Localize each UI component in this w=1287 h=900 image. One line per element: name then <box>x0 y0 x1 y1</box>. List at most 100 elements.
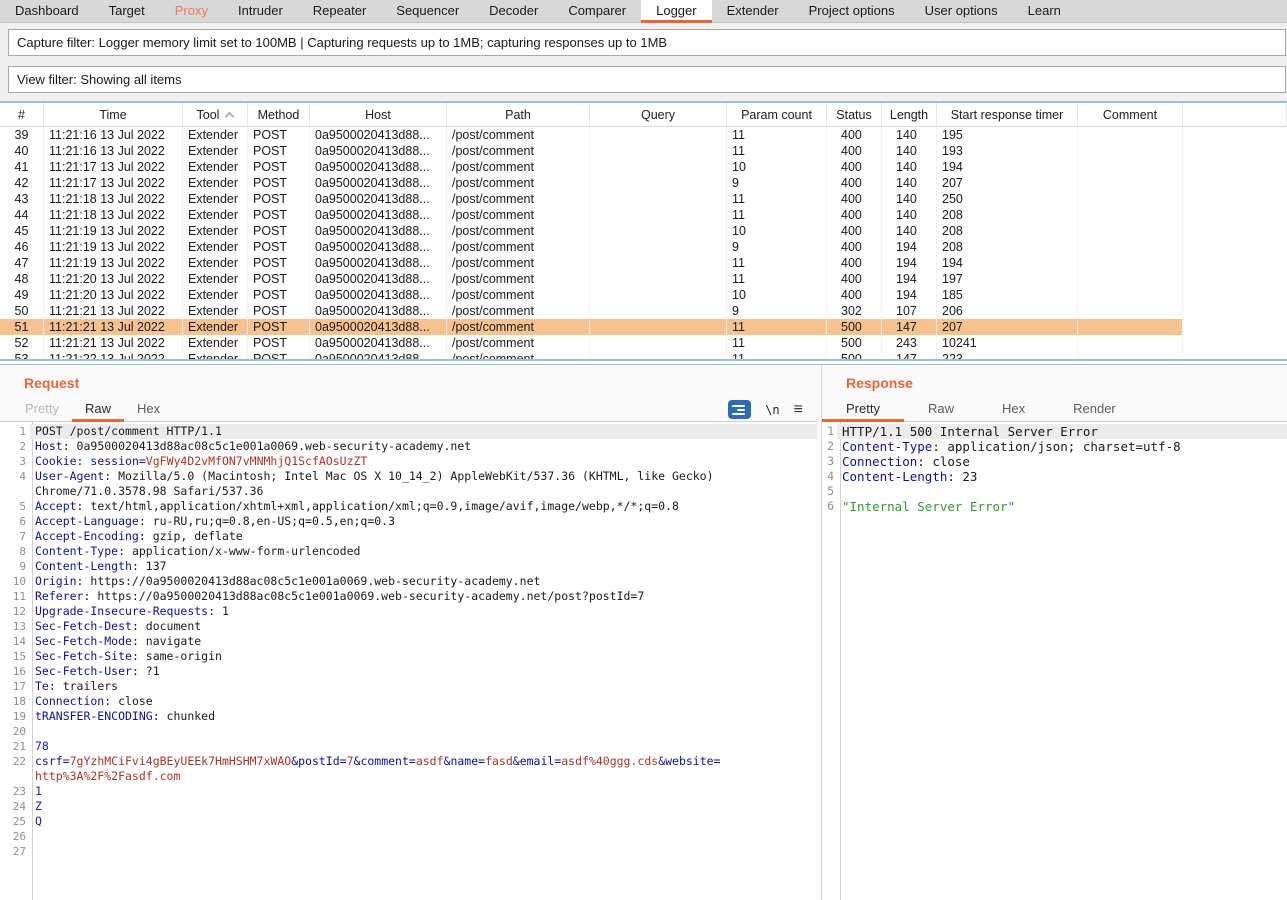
column-header-status[interactable]: Status <box>827 103 882 126</box>
editor-line: 17Te: trailers <box>0 679 817 694</box>
menu-tab-learn[interactable]: Learn <box>1013 0 1076 23</box>
cell <box>1078 207 1183 223</box>
menu-tab-proxy[interactable]: Proxy <box>160 0 223 23</box>
column-header-path[interactable]: Path <box>447 103 590 126</box>
cell: Extender <box>183 287 248 303</box>
menu-tab-logger[interactable]: Logger <box>641 0 711 23</box>
menu-tab-target[interactable]: Target <box>94 0 160 23</box>
line-content: Te: trailers <box>30 679 817 694</box>
cell: 0a9500020413d88... <box>310 351 447 361</box>
response-tab-render[interactable]: Render <box>1049 398 1140 422</box>
cell: Extender <box>183 127 248 143</box>
cell: 400 <box>827 127 882 143</box>
line-content: csrf=7gYzhMCiFvi4gBEyUEEk7HmHSHM7xWAO&po… <box>30 754 817 784</box>
log-row-46[interactable]: 4611:21:19 13 Jul 2022ExtenderPOST0a9500… <box>0 239 1287 255</box>
view-filter-bar[interactable]: View filter: Showing all items <box>8 66 1286 93</box>
cell: 11 <box>727 271 827 287</box>
cell: 11 <box>727 335 827 351</box>
log-row-44[interactable]: 4411:21:18 13 Jul 2022ExtenderPOST0a9500… <box>0 207 1287 223</box>
log-row-51[interactable]: 5111:21:21 13 Jul 2022ExtenderPOST0a9500… <box>0 319 1287 335</box>
cell: 107 <box>882 303 937 319</box>
cell: 11:21:18 13 Jul 2022 <box>44 191 183 207</box>
log-row-49[interactable]: 4911:21:20 13 Jul 2022ExtenderPOST0a9500… <box>0 287 1287 303</box>
editor-line: 15Sec-Fetch-Site: same-origin <box>0 649 817 664</box>
request-panel: Request PrettyRawHex \n ≡ 1POST /post/co… <box>0 365 817 900</box>
column-header-method[interactable]: Method <box>248 103 310 126</box>
column-header-start-response-timer[interactable]: Start response timer <box>937 103 1078 126</box>
line-content: Accept-Encoding: gzip, deflate <box>30 529 817 544</box>
log-row-50[interactable]: 5011:21:21 13 Jul 2022ExtenderPOST0a9500… <box>0 303 1287 319</box>
response-editor[interactable]: 1HTTP/1.1 500 Internal Server Error2Cont… <box>822 422 1287 900</box>
response-tab-pretty[interactable]: Pretty <box>822 398 904 422</box>
line-content: Content-Length: 137 <box>30 559 817 574</box>
cell: 11 <box>727 143 827 159</box>
column-header-number[interactable]: # <box>0 103 44 126</box>
line-number: 13 <box>0 619 30 634</box>
cell: 11:21:19 13 Jul 2022 <box>44 255 183 271</box>
cell: Extender <box>183 143 248 159</box>
cell: 11 <box>727 351 827 361</box>
cell: 50 <box>0 303 44 319</box>
menu-tab-intruder[interactable]: Intruder <box>223 0 298 23</box>
cell: 147 <box>882 319 937 335</box>
menu-tab-dashboard[interactable]: Dashboard <box>0 0 94 23</box>
cell: 185 <box>937 287 1078 303</box>
cell: 45 <box>0 223 44 239</box>
cell: 9 <box>727 239 827 255</box>
line-content <box>30 829 817 844</box>
menu-tab-decoder[interactable]: Decoder <box>474 0 553 23</box>
editor-menu-button[interactable]: ≡ <box>794 403 803 417</box>
column-header-time[interactable]: Time <box>44 103 183 126</box>
editor-line: 4User-Agent: Mozilla/5.0 (Macintosh; Int… <box>0 469 817 499</box>
line-number: 18 <box>0 694 30 709</box>
log-row-43[interactable]: 4311:21:18 13 Jul 2022ExtenderPOST0a9500… <box>0 191 1287 207</box>
log-row-47[interactable]: 4711:21:19 13 Jul 2022ExtenderPOST0a9500… <box>0 255 1287 271</box>
menu-tab-extender[interactable]: Extender <box>712 0 794 23</box>
column-header-length[interactable]: Length <box>882 103 937 126</box>
filler-cell <box>1183 351 1287 361</box>
cell: 11 <box>727 207 827 223</box>
log-row-52[interactable]: 5211:21:21 13 Jul 2022ExtenderPOST0a9500… <box>0 335 1287 351</box>
column-header-tool[interactable]: Tool <box>183 103 248 126</box>
log-row-40[interactable]: 4011:21:16 13 Jul 2022ExtenderPOST0a9500… <box>0 143 1287 159</box>
log-row-42[interactable]: 4211:21:17 13 Jul 2022ExtenderPOST0a9500… <box>0 175 1287 191</box>
column-header-query[interactable]: Query <box>590 103 727 126</box>
response-tab-hex[interactable]: Hex <box>978 398 1049 422</box>
cell: /post/comment <box>447 143 590 159</box>
log-row-53[interactable]: 5311:21:22 13 Jul 2022ExtenderPOST0a9500… <box>0 351 1287 361</box>
column-header-host[interactable]: Host <box>310 103 447 126</box>
log-row-45[interactable]: 4511:21:19 13 Jul 2022ExtenderPOST0a9500… <box>0 223 1287 239</box>
line-content: tRANSFER-ENCODING: chunked <box>30 709 817 724</box>
cell: 11:21:21 13 Jul 2022 <box>44 335 183 351</box>
cell <box>590 175 727 191</box>
request-tab-hex[interactable]: Hex <box>124 398 173 422</box>
log-row-41[interactable]: 4111:21:17 13 Jul 2022ExtenderPOST0a9500… <box>0 159 1287 175</box>
show-newlines-toggle[interactable]: \n <box>765 403 779 417</box>
capture-filter-bar[interactable]: Capture filter: Logger memory limit set … <box>8 29 1286 56</box>
cell: 0a9500020413d88... <box>310 159 447 175</box>
log-row-48[interactable]: 4811:21:20 13 Jul 2022ExtenderPOST0a9500… <box>0 271 1287 287</box>
cell <box>590 287 727 303</box>
request-editor[interactable]: 1POST /post/comment HTTP/1.12Host: 0a950… <box>0 422 817 900</box>
request-tab-raw[interactable]: Raw <box>72 398 124 422</box>
menu-tab-user-options[interactable]: User options <box>910 0 1013 23</box>
filler-cell <box>1183 143 1287 159</box>
menu-tab-sequencer[interactable]: Sequencer <box>381 0 474 23</box>
cell: POST <box>248 255 310 271</box>
log-row-39[interactable]: 3911:21:16 13 Jul 2022ExtenderPOST0a9500… <box>0 127 1287 143</box>
column-header-comment[interactable]: Comment <box>1078 103 1183 126</box>
response-tab-raw[interactable]: Raw <box>904 398 978 422</box>
menu-tab-project-options[interactable]: Project options <box>794 0 910 23</box>
cell: 195 <box>937 127 1078 143</box>
line-number: 14 <box>0 634 30 649</box>
request-tab-pretty[interactable]: Pretty <box>12 398 72 422</box>
column-header-param-count[interactable]: Param count <box>727 103 827 126</box>
menu-tab-repeater[interactable]: Repeater <box>298 0 381 23</box>
editor-line: 3Connection: close <box>822 454 1287 469</box>
line-number: 21 <box>0 739 30 754</box>
line-content <box>30 724 817 739</box>
menu-tab-comparer[interactable]: Comparer <box>553 0 641 23</box>
cell: /post/comment <box>447 175 590 191</box>
cell: 302 <box>827 303 882 319</box>
format-code-button[interactable] <box>728 400 751 419</box>
